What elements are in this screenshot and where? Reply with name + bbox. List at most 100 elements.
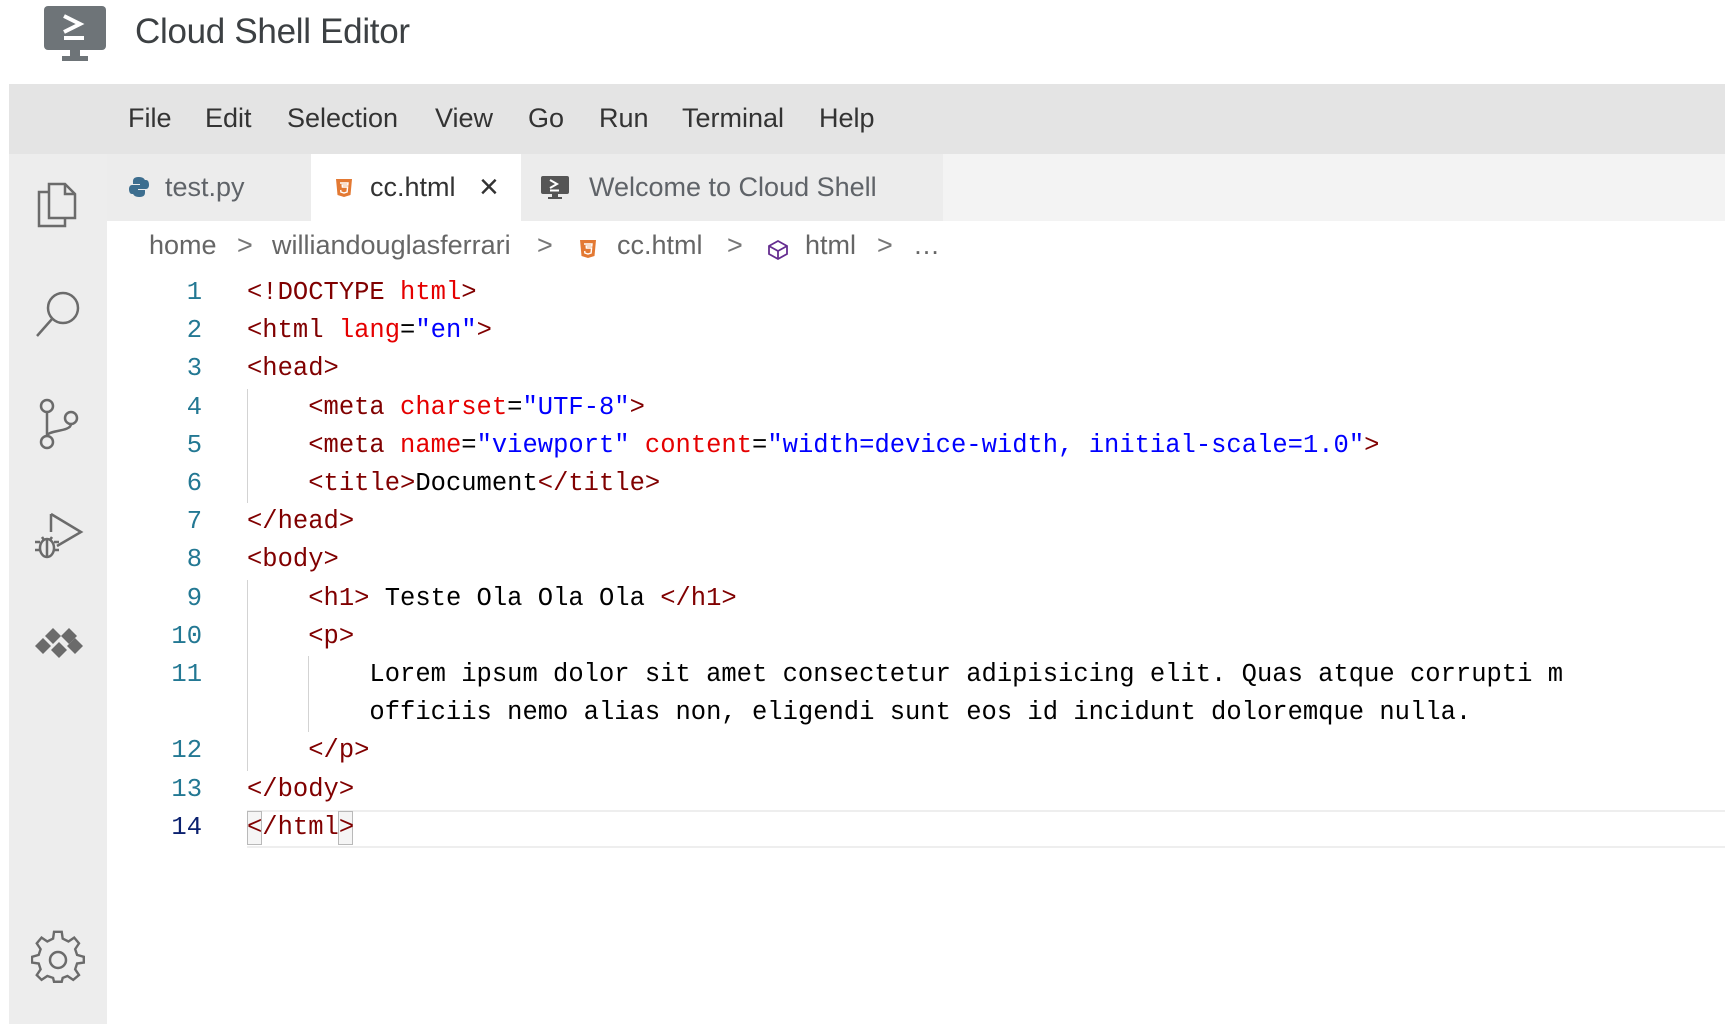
code-token: charset	[400, 392, 508, 422]
code-token: html	[400, 278, 462, 307]
code-line[interactable]: 6 <title>Document</title>	[107, 465, 1725, 503]
activity-bar	[9, 154, 107, 1024]
code-line[interactable]: 14 </html>	[107, 809, 1725, 848]
code-token: Teste Ola Ola Ola	[369, 583, 661, 613]
cloud-shell-tab-icon	[541, 174, 569, 205]
explorer-icon[interactable]	[31, 176, 87, 232]
code-line[interactable]: 1 <!DOCTYPE html>	[107, 274, 1725, 312]
tab-cc-html[interactable]: cc.html ×	[311, 154, 521, 221]
code-token: </title>	[537, 469, 661, 498]
code-token: </p>	[308, 736, 370, 766]
code-text: <html lang="en">	[247, 316, 492, 345]
line-number: 2	[186, 316, 202, 346]
line-number: 14	[171, 812, 202, 842]
breadcrumb-separator: >	[877, 230, 893, 260]
breadcrumb-separator: >	[537, 230, 553, 260]
code-line[interactable]: 12 </p>	[107, 732, 1725, 770]
code-line[interactable]: 7 </head>	[107, 503, 1725, 541]
tab-welcome-cloud-shell[interactable]: Welcome to Cloud Shell	[521, 154, 943, 221]
menu-view[interactable]: View	[435, 103, 493, 134]
breadcrumb-folder[interactable]: williandouglasferrari	[272, 230, 511, 261]
breadcrumb-more[interactable]: …	[913, 230, 940, 261]
menu-help[interactable]: Help	[819, 103, 875, 134]
code-token: </h1>	[660, 583, 737, 613]
app-title: Cloud Shell Editor	[135, 12, 410, 51]
symbol-element-icon	[767, 237, 789, 268]
app-header: Cloud Shell Editor	[0, 0, 1725, 82]
source-control-icon[interactable]	[31, 396, 87, 452]
code-text: </body>	[247, 775, 354, 804]
code-token: >	[1364, 430, 1380, 460]
line-number: 6	[186, 469, 202, 498]
line-number: 8	[186, 545, 202, 575]
code-text: <!DOCTYPE html>	[247, 278, 477, 307]
code-token: "width=device-width, initial-scale=1.0"	[767, 430, 1365, 460]
breadcrumb-symbol[interactable]: html	[805, 230, 856, 261]
code-text: <meta name="viewport" content="width=dev…	[247, 431, 1379, 460]
code-token: =	[400, 316, 416, 346]
line-number: 13	[171, 774, 202, 804]
cloud-code-icon[interactable]	[31, 616, 87, 672]
line-number: 11	[171, 660, 202, 689]
tab-test-py[interactable]: test.py	[107, 154, 311, 221]
line-number: 4	[186, 392, 202, 422]
code-line[interactable]: 10 <p>	[107, 618, 1725, 656]
code-line[interactable]: 4 <meta charset="UTF-8">	[107, 389, 1725, 427]
code-token: <p>	[308, 621, 355, 651]
editor-window: File Edit Selection View Go Run Terminal…	[9, 84, 1725, 1033]
code-line[interactable]: 8 <body>	[107, 541, 1725, 579]
code-token: name	[400, 430, 462, 460]
html-file-icon	[579, 235, 597, 266]
run-debug-icon[interactable]	[31, 506, 87, 562]
menu-edit[interactable]: Edit	[205, 103, 252, 134]
menu-bar: File Edit Selection View Go Run Terminal…	[9, 84, 1725, 154]
code-token: content	[644, 430, 753, 460]
code-token: "en"	[415, 316, 477, 346]
code-line[interactable]: 5 <meta name="viewport" content="width=d…	[107, 427, 1725, 465]
code-token: <head>	[247, 354, 339, 384]
code-token: <meta	[308, 430, 401, 460]
tab-label: test.py	[165, 172, 245, 202]
code-line[interactable]: 2 <html lang="en">	[107, 312, 1725, 350]
code-line[interactable]: 13 </body>	[107, 771, 1725, 809]
line-number: 1	[186, 278, 202, 307]
settings-gear-icon[interactable]	[30, 930, 87, 986]
code-token: </html>	[247, 812, 355, 842]
html-file-icon	[335, 178, 353, 203]
code-text: <head>	[247, 354, 339, 383]
python-file-icon	[129, 176, 149, 203]
line-number: 5	[186, 430, 202, 460]
menu-file[interactable]: File	[128, 103, 172, 134]
code-text: <body>	[247, 545, 339, 574]
code-line[interactable]: 9 <h1> Teste Ola Ola Ola </h1>	[107, 580, 1725, 618]
menu-run[interactable]: Run	[599, 103, 649, 134]
tab-close-icon[interactable]: ×	[479, 168, 499, 207]
menu-terminal[interactable]: Terminal	[682, 103, 784, 134]
code-token: >	[476, 316, 492, 346]
code-token: <meta	[308, 392, 401, 422]
code-token: <title>	[308, 469, 416, 498]
menu-selection[interactable]: Selection	[287, 103, 398, 134]
search-icon[interactable]	[31, 286, 87, 342]
code-token: lang	[338, 316, 401, 346]
code-token: </head>	[247, 507, 355, 537]
code-token: Document	[415, 469, 538, 498]
code-editor[interactable]: 1 <!DOCTYPE html> 2 <html lang="en"> 3 <head>…	[107, 274, 1725, 1034]
code-token: <html	[247, 316, 339, 346]
code-token: =	[752, 430, 768, 460]
breadcrumb-home[interactable]: home	[149, 230, 217, 261]
line-number: 12	[171, 736, 202, 766]
code-line[interactable]: officiis nemo alias non, eligendi sunt e…	[107, 694, 1725, 732]
breadcrumb-file[interactable]: cc.html	[617, 230, 703, 261]
code-text: </head>	[247, 507, 354, 536]
menu-go[interactable]: Go	[528, 103, 564, 134]
code-token: <h1>	[308, 583, 370, 613]
code-line[interactable]: 3 <head>	[107, 350, 1725, 388]
code-line[interactable]: 11 Lorem ipsum dolor sit amet consectetu…	[107, 656, 1725, 694]
code-text: </html>	[247, 813, 354, 842]
tab-label: Welcome to Cloud Shell	[589, 172, 877, 202]
